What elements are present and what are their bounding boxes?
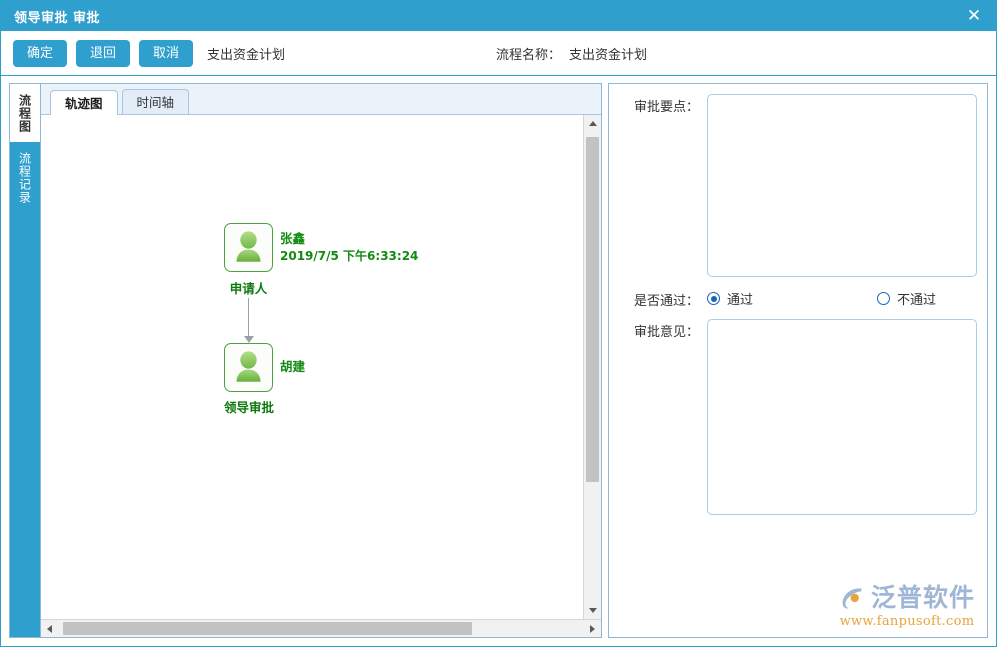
flow-node-applicant-meta: 张鑫 2019/7/5 下午6:33:24: [280, 223, 418, 264]
flow-node-applicant-time: 2019/7/5 下午6:33:24: [280, 248, 418, 264]
tab-track-chart[interactable]: 轨迹图: [50, 90, 118, 115]
flow-node-applicant-role: 申请人: [224, 278, 273, 297]
user-avatar-glyph: [230, 349, 267, 386]
radio-selected-icon: [707, 292, 720, 305]
flow-diagram-panel: 轨迹图 时间轴: [40, 83, 602, 638]
scroll-down-icon[interactable]: [584, 602, 601, 619]
brand-url: www.fanpusoft.com: [839, 614, 975, 629]
flow-node-leader-approval[interactable]: 胡建: [224, 343, 305, 392]
diagram-canvas[interactable]: 张鑫 2019/7/5 下午6:33:24 申请人: [41, 115, 583, 619]
window-title: 领导审批 审批: [14, 7, 100, 26]
key-points-row: 审批要点：: [621, 94, 977, 277]
brand-mark-icon: [839, 584, 866, 611]
scroll-up-icon[interactable]: [584, 115, 601, 132]
radio-not-pass[interactable]: 不通过: [877, 289, 936, 308]
vertical-scroll-thumb[interactable]: [586, 137, 599, 482]
scroll-left-icon[interactable]: [41, 620, 58, 637]
sidebar-item-flow-records[interactable]: 流程记录: [10, 142, 40, 214]
opinion-label: 审批意见：: [621, 319, 699, 340]
confirm-button[interactable]: 确定: [13, 40, 67, 67]
brand-logo-line: 泛普软件: [839, 584, 975, 611]
dialog-body: 流程图 流程记录 轨迹图 时间轴: [1, 76, 996, 646]
flow-name-label: 流程名称：: [496, 44, 561, 63]
flow-node-applicant[interactable]: 张鑫 2019/7/5 下午6:33:24: [224, 223, 418, 272]
document-name: 支出资金计划: [207, 44, 285, 63]
opinion-row: 审批意见：: [621, 319, 977, 515]
brand-name: 泛普软件: [871, 585, 975, 610]
diagram-canvas-wrap: 张鑫 2019/7/5 下午6:33:24 申请人: [41, 115, 601, 619]
flow-node-leader-meta: 胡建: [280, 343, 305, 376]
radio-unselected-icon: [877, 292, 890, 305]
brand-logo: 泛普软件 www.fanpusoft.com: [839, 584, 975, 629]
diagram-vertical-scrollbar[interactable]: [583, 115, 601, 619]
user-avatar-icon: [224, 223, 273, 272]
horizontal-scroll-thumb[interactable]: [63, 622, 472, 635]
flow-node-applicant-name: 张鑫: [280, 231, 418, 248]
opinion-input[interactable]: [707, 319, 977, 515]
tab-timeline[interactable]: 时间轴: [122, 89, 190, 114]
flow-connector: [248, 298, 249, 338]
return-button[interactable]: 退回: [76, 40, 130, 67]
diagram-horizontal-scrollbar[interactable]: [41, 619, 601, 637]
user-avatar-icon: [224, 343, 273, 392]
cancel-button[interactable]: 取消: [139, 40, 193, 67]
flow-name-group: 流程名称： 支出资金计划: [496, 31, 647, 75]
key-points-input[interactable]: [707, 94, 977, 277]
flow-connector-arrow-icon: [244, 336, 254, 343]
pass-label: 是否通过：: [621, 288, 699, 309]
user-avatar-glyph: [230, 229, 267, 266]
approval-dialog: 领导审批 审批 ✕ 确定 退回 取消 支出资金计划 流程名称： 支出资金计划 流…: [0, 0, 997, 647]
title-bar: 领导审批 审批 ✕: [1, 1, 996, 31]
key-points-label: 审批要点：: [621, 94, 699, 115]
flow-node-leader-role: 领导审批: [211, 397, 287, 416]
sidebar-item-flow-chart[interactable]: 流程图: [10, 84, 40, 142]
side-tab-rail: 流程图 流程记录: [9, 83, 40, 638]
radio-pass[interactable]: 通过: [707, 289, 753, 308]
pass-row: 是否通过： 通过 不通过: [621, 288, 977, 309]
toolbar: 确定 退回 取消 支出资金计划 流程名称： 支出资金计划: [1, 31, 996, 76]
diagram-tabstrip: 轨迹图 时间轴: [41, 84, 601, 115]
flow-name-value: 支出资金计划: [569, 44, 647, 63]
approval-form-panel: 审批要点： 是否通过： 通过 不通过 审批意见：: [608, 83, 988, 638]
scroll-right-icon[interactable]: [584, 620, 601, 637]
close-icon[interactable]: ✕: [952, 1, 996, 31]
radio-pass-label: 通过: [727, 289, 753, 308]
flow-node-leader-name: 胡建: [280, 359, 305, 376]
radio-not-pass-label: 不通过: [897, 289, 936, 308]
